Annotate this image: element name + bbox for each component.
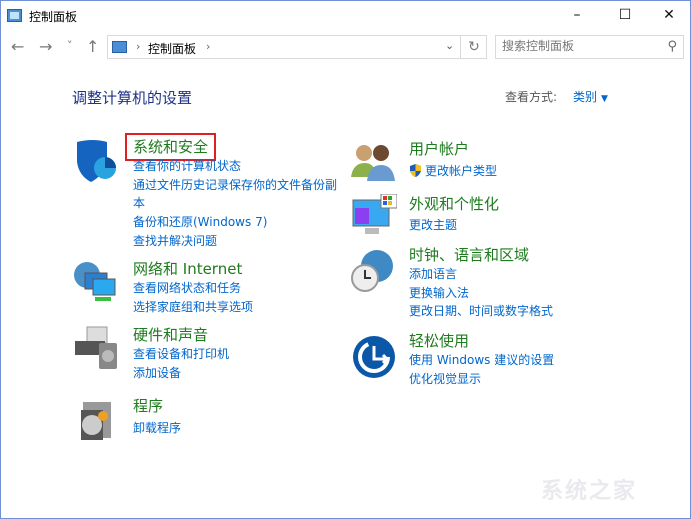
link-add-device[interactable]: 添加设备: [133, 364, 229, 383]
address-dropdown-icon[interactable]: ⌄: [445, 39, 454, 52]
link-change-input[interactable]: 更换输入法: [409, 284, 553, 303]
control-panel-window: 控制面板 – ☐ ✕ ← → ˅ ↑ › 控制面板 › ⌄ ↻ ⚲ 调整计算机的…: [0, 0, 691, 519]
users-icon: [351, 145, 395, 181]
watermark: 系统之家: [541, 479, 638, 504]
category-network-internet: 网络和 Internet 查看网络状态和任务 选择家庭组和共享选项: [133, 259, 253, 316]
breadcrumb-separator[interactable]: ›: [136, 40, 140, 53]
forward-button[interactable]: →: [39, 37, 52, 56]
category-system-security: 系统和安全 查看你的计算机状态 通过文件历史记录保存你的文件备份副 本 备份和还…: [124, 133, 337, 251]
dropdown-arrow-icon: ▼: [601, 94, 608, 104]
link-add-language[interactable]: 添加语言: [409, 265, 553, 284]
category-appearance: 外观和个性化 更改主题: [409, 194, 499, 235]
category-title-link[interactable]: 用户帐户: [409, 139, 469, 159]
category-clock-language-region: 时钟、语言和区域 添加语言 更换输入法 更改日期、时间或数字格式: [409, 245, 553, 321]
up-button[interactable]: ↑: [86, 37, 99, 56]
search-icon[interactable]: ⚲: [667, 39, 677, 54]
window-title: 控制面板: [29, 10, 78, 24]
link-label: 更改帐户类型: [425, 164, 498, 178]
control-panel-icon: [112, 41, 127, 53]
title-bar: 控制面板 – ☐ ✕: [1, 1, 690, 31]
refresh-button[interactable]: ↻: [460, 36, 487, 58]
maximize-button[interactable]: ☐: [602, 1, 648, 31]
clock-globe-icon: [351, 250, 393, 292]
category-programs: 程序 卸载程序: [133, 396, 181, 438]
monitor-icon: [352, 194, 397, 234]
programs-icon: [81, 402, 111, 440]
category-title-link[interactable]: 系统和安全: [124, 133, 217, 161]
link-recommended-settings[interactable]: 使用 Windows 建议的设置: [409, 351, 554, 370]
category-title-link[interactable]: 硬件和声音: [133, 325, 208, 345]
recent-locations-button[interactable]: ˅: [67, 39, 73, 52]
link-uninstall-program[interactable]: 卸载程序: [133, 419, 181, 438]
link-view-computer-status[interactable]: 查看你的计算机状态: [133, 157, 337, 176]
link-file-history-cont[interactable]: 本: [133, 194, 337, 213]
view-by-dropdown[interactable]: 类别 ▼: [573, 88, 608, 105]
shield-icon: [77, 140, 116, 182]
address-bar[interactable]: › 控制面板 › ⌄ ↻: [107, 35, 487, 59]
search-input[interactable]: [502, 39, 652, 53]
category-title-link[interactable]: 外观和个性化: [409, 194, 499, 214]
search-box[interactable]: ⚲: [495, 35, 684, 59]
breadcrumb-separator[interactable]: ›: [206, 40, 210, 53]
category-title-link[interactable]: 程序: [133, 396, 163, 416]
category-title-link[interactable]: 轻松使用: [409, 331, 469, 351]
minimize-button[interactable]: –: [554, 1, 600, 31]
view-by-label: 查看方式:: [505, 90, 558, 104]
back-button[interactable]: ←: [11, 37, 24, 56]
category-hardware-sound: 硬件和声音 查看设备和打印机 添加设备: [133, 325, 229, 382]
link-backup-restore[interactable]: 备份和还原(Windows 7): [133, 213, 337, 232]
category-user-accounts: 用户帐户 更改帐户类型: [409, 139, 497, 181]
link-optimize-display[interactable]: 优化视觉显示: [409, 370, 554, 389]
link-change-account-type[interactable]: 更改帐户类型: [409, 162, 497, 181]
printer-icon: [75, 326, 117, 369]
ease-of-access-icon: [353, 336, 395, 378]
link-change-date-format[interactable]: 更改日期、时间或数字格式: [409, 302, 553, 321]
page-title: 调整计算机的设置: [72, 89, 193, 107]
link-devices-printers[interactable]: 查看设备和打印机: [133, 345, 229, 364]
uac-shield-icon: [410, 164, 421, 177]
close-button[interactable]: ✕: [646, 1, 691, 31]
view-by-value: 类别: [573, 90, 598, 104]
breadcrumb-control-panel[interactable]: 控制面板: [148, 40, 196, 57]
link-homegroup[interactable]: 选择家庭组和共享选项: [133, 298, 253, 317]
link-network-status[interactable]: 查看网络状态和任务: [133, 279, 253, 298]
link-file-history[interactable]: 通过文件历史记录保存你的文件备份副: [133, 176, 337, 195]
control-panel-icon: [7, 9, 22, 22]
link-troubleshoot[interactable]: 查找并解决问题: [133, 232, 337, 251]
network-icon: [74, 262, 116, 301]
link-change-theme[interactable]: 更改主题: [409, 216, 499, 235]
category-title-link[interactable]: 网络和 Internet: [133, 259, 242, 279]
category-ease-of-access: 轻松使用 使用 Windows 建议的设置 优化视觉显示: [409, 331, 554, 388]
category-title-link[interactable]: 时钟、语言和区域: [409, 245, 529, 265]
